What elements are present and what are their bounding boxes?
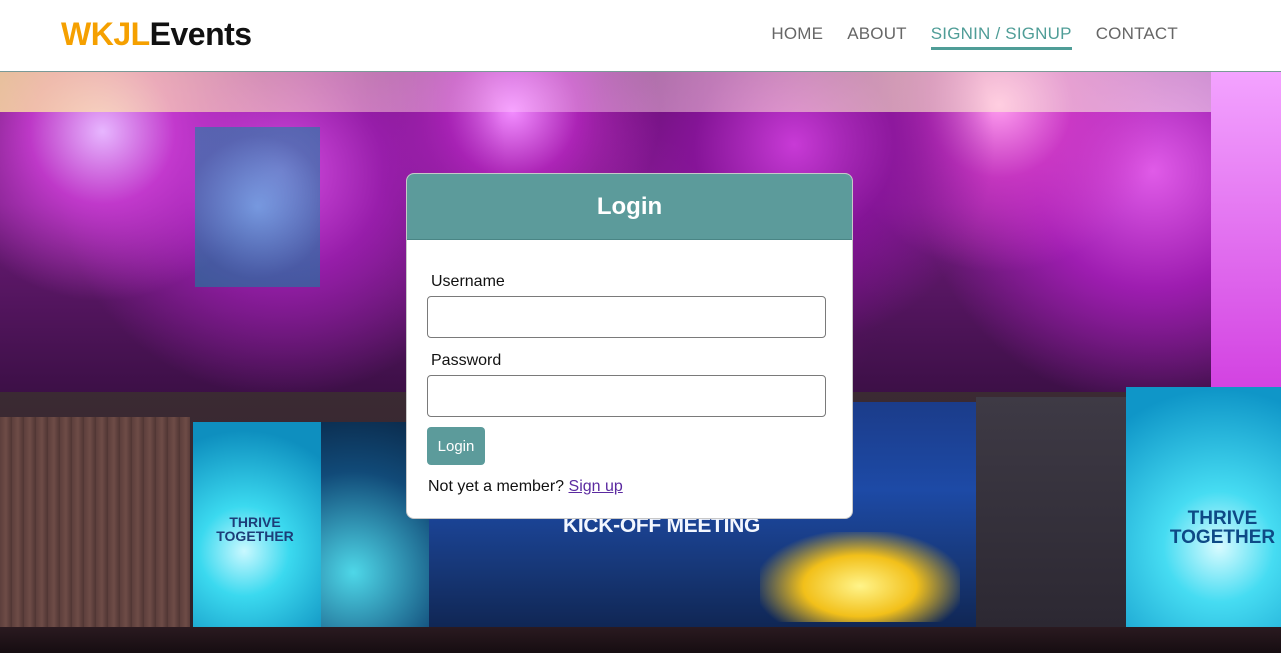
right-mid-wall: [976, 397, 1126, 653]
mosque-city-glow: [760, 532, 960, 622]
site-header: WKJLEvents HOME ABOUT SIGNIN / SIGNUP CO…: [0, 0, 1281, 72]
signup-link[interactable]: Sign up: [569, 478, 623, 495]
password-input[interactable]: [427, 375, 826, 417]
nav-home[interactable]: HOME: [771, 24, 823, 50]
username-label: Username: [431, 273, 505, 290]
nav-contact[interactable]: CONTACT: [1096, 24, 1178, 50]
right-panel-text: THRIVE TOGETHER: [1169, 508, 1276, 548]
main-nav: HOME ABOUT SIGNIN / SIGNUP CONTACT: [771, 24, 1178, 50]
username-input[interactable]: [427, 296, 826, 338]
logo-part-events: Events: [149, 16, 252, 52]
stage-floor: [0, 627, 1281, 653]
left-curtain: [0, 417, 190, 653]
signup-prompt-text: Not yet a member?: [428, 478, 565, 495]
password-label: Password: [431, 352, 502, 369]
left-panel-text: THRIVE TOGETHER: [216, 514, 294, 544]
site-logo[interactable]: WKJLEvents: [61, 16, 252, 53]
nav-signin-signup[interactable]: SIGNIN / SIGNUP: [930, 24, 1072, 50]
login-card: Login Username Password Login Not yet a …: [406, 173, 853, 519]
login-title: Login: [407, 174, 852, 240]
signup-prompt-row: Not yet a member? Sign up: [428, 478, 623, 496]
pink-lit-wall: [1211, 72, 1281, 402]
ceiling-light-strip: [0, 72, 1281, 112]
login-button[interactable]: Login: [427, 427, 485, 465]
nav-about[interactable]: ABOUT: [847, 24, 907, 50]
logo-part-wkjl: WKJL: [61, 16, 150, 52]
upper-screen-glow: [195, 127, 320, 287]
